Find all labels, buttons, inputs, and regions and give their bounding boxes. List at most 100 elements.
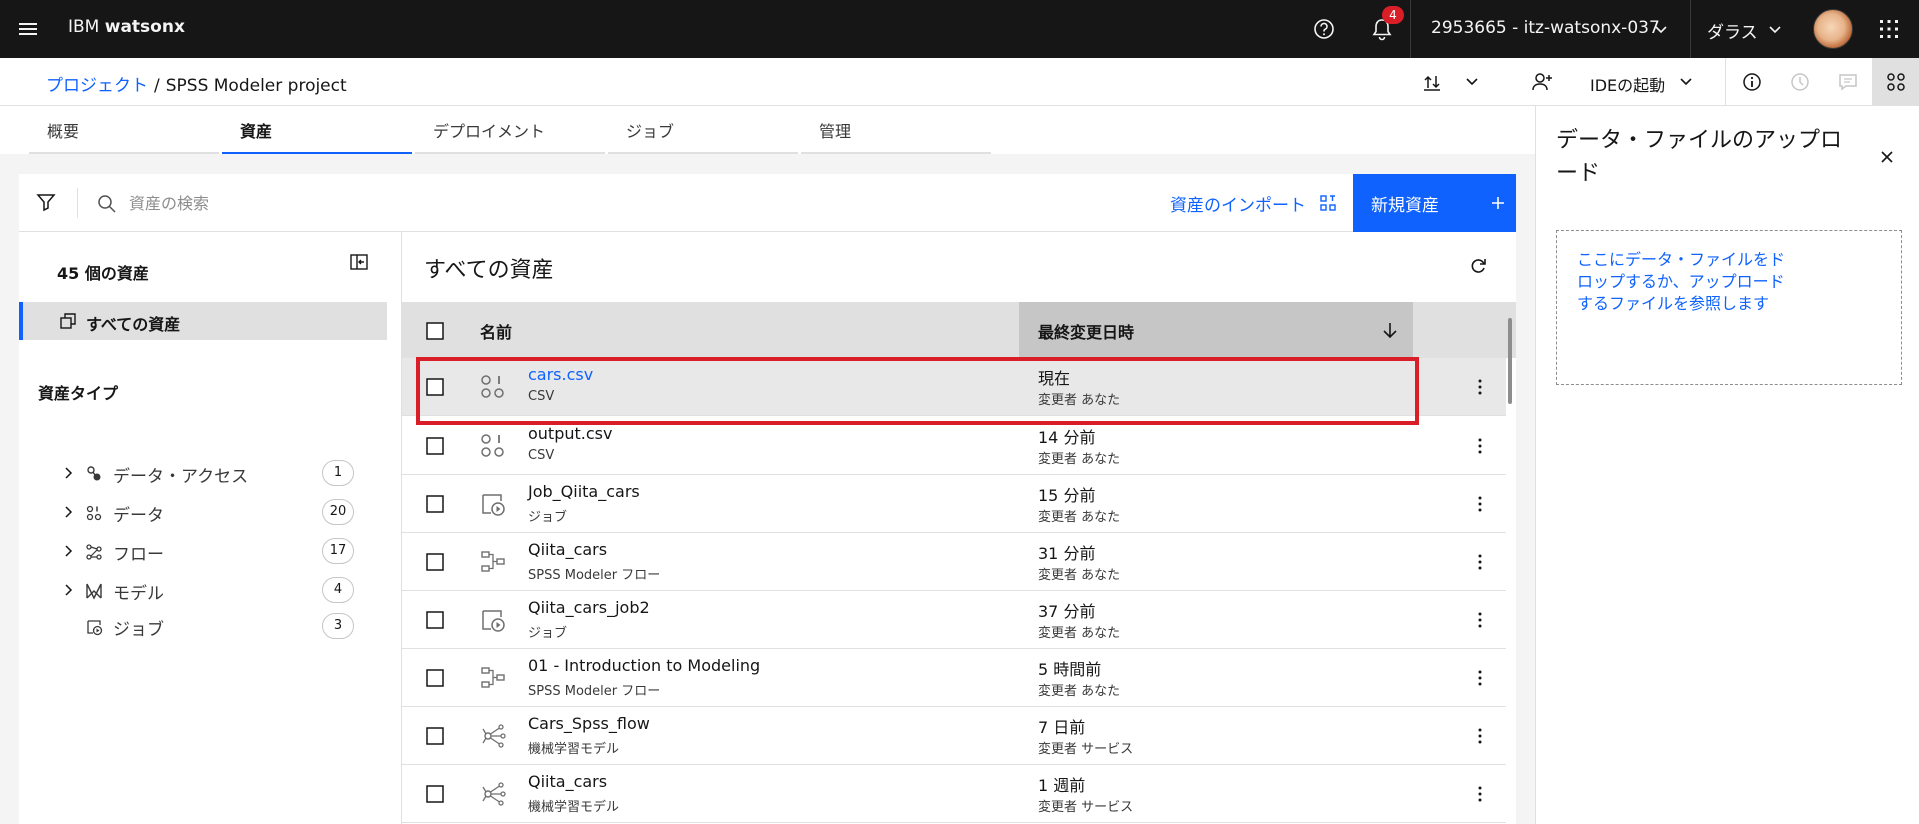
column-header-name[interactable]: 名前 [480,319,512,343]
upload-panel-title: データ・ファイルのアップロード [1556,128,1843,186]
row-checkbox[interactable] [426,437,444,455]
assets-panel-button[interactable] [1872,58,1919,106]
table-row[interactable]: Qiita_cars_job2 ジョブ 37 分前 変更者 あなた [402,591,1506,649]
file-drop-zone[interactable]: ここにデータ・ファイルをドロップするか、アップロードするファイルを参照します [1556,230,1902,385]
row-checkbox[interactable] [426,378,444,396]
collapse-panel-icon[interactable] [349,252,369,272]
overflow-menu-icon[interactable] [1470,726,1490,746]
table-row[interactable]: Qiita_cars 機械学習モデル 1 週前 変更者 サービス [402,765,1506,823]
tab-overview[interactable]: 概要 [29,106,219,154]
breadcrumb-projects-link[interactable]: プロジェクト [46,76,148,96]
row-checkbox[interactable] [426,611,444,629]
table-row[interactable]: Cars_Spss_flow 機械学習モデル 7 日前 変更者 サービス [402,707,1506,765]
tab-deployments[interactable]: デプロイメント [415,106,605,154]
asset-name-link[interactable]: Qiita_cars [528,540,607,559]
sidebar-item-job[interactable]: ジョブ 3 [19,608,379,644]
asset-name-link[interactable]: Cars_Spss_flow [528,714,650,733]
account-switcher[interactable]: 2953665 - itz-watsonx-037 [1410,0,1690,58]
close-icon[interactable] [1878,148,1896,166]
sidebar-item-flow[interactable]: フロー 17 [19,533,379,569]
filter-icon[interactable] [36,192,56,212]
menu-icon[interactable] [14,15,42,43]
history-icon[interactable] [1788,70,1812,94]
new-asset-label: 新規資産 [1371,196,1439,216]
import-assets-link[interactable]: 資産のインポート [1170,191,1306,216]
modified-time: 14 分前 [1038,428,1096,447]
chevron-right-icon[interactable] [61,544,75,558]
job-icon [87,620,103,636]
breadcrumb: プロジェクト / SPSS Modeler project [46,71,347,96]
overflow-menu-icon[interactable] [1470,668,1490,688]
help-icon[interactable] [1310,15,1338,43]
scrollbar-thumb[interactable] [1508,318,1512,404]
add-collaborator-icon[interactable] [1530,70,1554,94]
asset-name-link[interactable]: 01 - Introduction to Modeling [528,656,760,675]
import-icon[interactable] [1319,194,1337,212]
sidebar-item-data-access-row[interactable]: データ・アクセス 1 [19,455,379,491]
tab-assets[interactable]: 資産 [222,106,412,154]
row-checkbox[interactable] [426,727,444,745]
overflow-menu-icon[interactable] [1470,552,1490,572]
sidebar-item-model[interactable]: モデル 4 [19,572,379,608]
divider [1725,58,1726,106]
tab-jobs[interactable]: ジョブ [608,106,798,154]
asset-type-count: 4 [322,577,354,603]
launch-ide-button[interactable]: IDEの起動 [1590,72,1665,96]
comment-icon[interactable] [1836,70,1860,94]
chevron-down-icon[interactable] [1465,74,1479,88]
region-switcher[interactable]: ダラス [1690,0,1805,58]
tab-manage[interactable]: 管理 [801,106,991,154]
sidebar-item-data[interactable]: データ 20 [19,494,379,530]
table-row[interactable]: output.csv CSV 14 分前 変更者 あなた [402,417,1506,475]
asset-type-label: モデル [113,584,164,604]
overflow-menu-icon[interactable] [1470,494,1490,514]
overflow-menu-icon[interactable] [1470,610,1490,630]
refresh-icon[interactable] [1468,256,1488,276]
sidebar-item-all-assets[interactable]: すべての資産 [19,302,387,340]
asset-type: CSV [528,448,555,463]
arrow-down-icon [1383,323,1397,339]
job-icon [482,494,505,516]
modified-time: 31 分前 [1038,544,1096,563]
asset-name-link[interactable]: output.csv [528,424,612,443]
chevron-right-icon[interactable] [61,583,75,597]
info-icon[interactable] [1740,70,1764,94]
ml-model-icon [482,782,506,806]
modified-time: 5 時間前 [1038,660,1102,679]
row-checkbox[interactable] [426,785,444,803]
table-row[interactable]: cars.csv CSV 現在 変更者 あなた [402,358,1506,416]
asset-search-input[interactable] [129,188,829,218]
asset-name-link[interactable]: Qiita_cars [528,772,607,791]
table-row[interactable]: Qiita_cars SPSS Modeler フロー 31 分前 変更者 あな… [402,533,1506,591]
row-checkbox[interactable] [426,495,444,513]
new-asset-button[interactable]: 新規資産 [1353,174,1516,232]
overflow-menu-icon[interactable] [1470,377,1490,397]
chevron-right-icon[interactable] [61,466,75,480]
modified-time: 現在 [1038,369,1071,388]
column-header-modified[interactable]: 最終変更日時 [1019,302,1413,358]
product-name[interactable]: IBM watsonx [68,17,185,37]
chevron-down-icon[interactable] [1679,74,1693,88]
asset-name-link[interactable]: Qiita_cars_job2 [528,598,650,617]
chevron-right-icon[interactable] [61,505,75,519]
select-all-checkbox[interactable] [426,322,444,340]
data-icon [481,434,504,457]
overflow-menu-icon[interactable] [1470,784,1490,804]
row-checkbox[interactable] [426,553,444,571]
asset-name-link[interactable]: Job_Qiita_cars [528,482,640,501]
table-row[interactable]: 01 - Introduction to Modeling SPSS Model… [402,649,1506,707]
table-row[interactable]: Job_Qiita_cars ジョブ 15 分前 変更者 あなた [402,475,1506,533]
modified-by: 変更者 サービス [1038,742,1134,757]
row-checkbox[interactable] [426,669,444,687]
modified-by: 変更者 あなた [1038,684,1121,699]
search-icon [98,195,116,213]
asset-type: ジョブ [528,510,568,525]
sync-upload-icon[interactable] [1421,71,1443,93]
chevron-down-icon [1769,26,1781,34]
asset-name-link[interactable]: cars.csv [528,365,593,384]
overflow-menu-icon[interactable] [1470,436,1490,456]
drop-zone-text[interactable]: ここにデータ・ファイルをドロップするか、アップロードするファイルを参照します [1577,249,1797,315]
asset-type: 機械学習モデル [528,800,620,815]
user-avatar[interactable] [1813,9,1853,49]
app-switcher-icon[interactable] [1875,15,1903,43]
